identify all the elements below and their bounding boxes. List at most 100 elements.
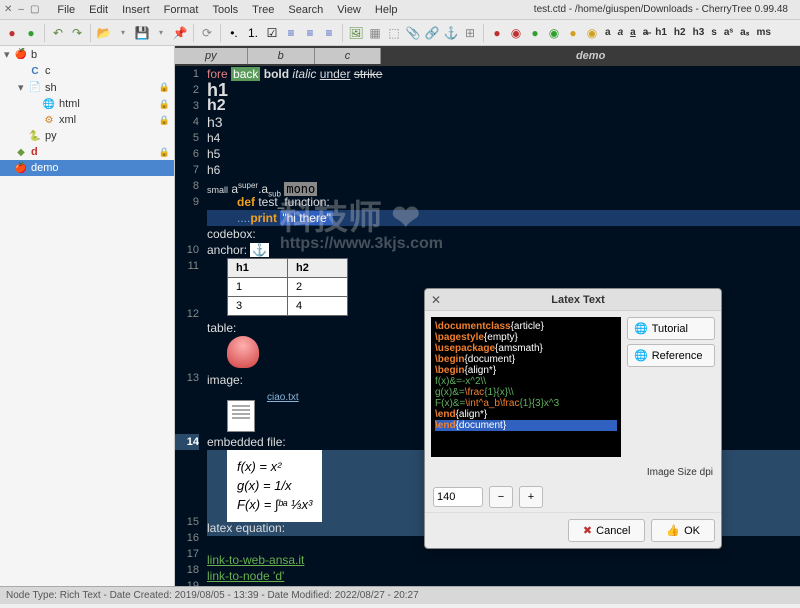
heading-h2: h2 [207, 97, 226, 114]
text-bold: bold [264, 67, 289, 81]
check-list-icon[interactable]: ☑ [264, 25, 280, 41]
bullet-list-icon[interactable]: •. [226, 25, 242, 41]
align-left-icon[interactable]: ≡ [283, 25, 299, 41]
insert-link-icon[interactable]: 🔗 [424, 25, 440, 41]
menu-file[interactable]: File [51, 2, 81, 18]
ok-button[interactable]: 👍OK [651, 519, 715, 542]
link-node-anchor[interactable]: link-to-node 'e' + anchor [207, 585, 335, 586]
h2-button[interactable]: h2 [672, 27, 688, 38]
insert-codebox-icon[interactable]: ⬚ [386, 25, 402, 41]
menubar: ✕ – ▢ File Edit Insert Format Tools Tree… [0, 0, 800, 20]
strike-icon[interactable]: a̶ [641, 27, 651, 38]
align-right-icon[interactable]: ≡ [321, 25, 337, 41]
latex-code-editor[interactable]: \documentclass{article} \pagestyle{empty… [431, 317, 621, 457]
table-cell[interactable]: 1 [228, 278, 288, 297]
h1-button[interactable]: h1 [653, 27, 669, 38]
window-maximize-icon[interactable]: ▢ [30, 4, 39, 15]
table-header: h1 [228, 259, 288, 278]
mono-button[interactable]: ms [754, 27, 772, 38]
bg3-icon[interactable]: ◉ [584, 25, 600, 41]
bg-color-icon[interactable]: ◉ [508, 25, 524, 41]
menu-search[interactable]: Search [282, 2, 329, 18]
anchor-icon[interactable]: ⚓ [250, 243, 269, 257]
window-minimize-icon[interactable]: – [18, 4, 24, 15]
dpi-increase-button[interactable]: + [519, 486, 543, 508]
heading-h3: h3 [207, 114, 223, 130]
pin-icon[interactable]: 📌 [172, 25, 188, 41]
tutorial-button[interactable]: 🌐Tutorial [627, 317, 715, 340]
link-web[interactable]: link-to-web-ansa.it [207, 553, 304, 567]
new-node-icon[interactable]: ● [4, 25, 20, 41]
number-list-icon[interactable]: 1. [245, 25, 261, 41]
tree-item-sh[interactable]: ▾📄sh🔒 [0, 79, 174, 96]
tree-item-d[interactable]: ◆d🔒 [0, 144, 174, 160]
embedded-file-icon[interactable] [227, 400, 255, 432]
open-dropdown-icon[interactable]: ▾ [115, 25, 131, 41]
redo-icon[interactable]: ↷ [69, 25, 85, 41]
reference-button[interactable]: 🌐Reference [627, 344, 715, 367]
menu-view[interactable]: View [331, 2, 367, 18]
save-icon[interactable]: 💾 [134, 25, 150, 41]
tree-item-html[interactable]: 🌐html🔒 [0, 96, 174, 112]
bg2-icon[interactable]: ◉ [546, 25, 562, 41]
table-cell[interactable]: 2 [288, 278, 348, 297]
menu-tools[interactable]: Tools [206, 2, 244, 18]
align-center-icon[interactable]: ≡ [302, 25, 318, 41]
menu-help[interactable]: Help [369, 2, 404, 18]
globe-icon: 🌐 [634, 322, 648, 335]
menu-edit[interactable]: Edit [83, 2, 114, 18]
code-keyword: print [250, 211, 277, 225]
lock-icon: 🔒 [159, 82, 170, 93]
cancel-button[interactable]: ✖Cancel [568, 519, 645, 542]
tab-c[interactable]: c [315, 48, 382, 64]
window-close-icon[interactable]: ✕ [4, 4, 12, 15]
undo-icon[interactable]: ↶ [50, 25, 66, 41]
label-image: image: [207, 373, 243, 387]
insert-image-icon[interactable]: 🖼 [348, 25, 364, 41]
insert-toc-icon[interactable]: ⊞ [462, 25, 478, 41]
fg-color-icon[interactable]: ● [489, 25, 505, 41]
embedded-image[interactable] [227, 336, 259, 368]
dpi-decrease-button[interactable]: − [489, 486, 513, 508]
table-cell[interactable]: 4 [288, 297, 348, 316]
label-embedded-file: embedded file: [207, 435, 286, 449]
link-node[interactable]: link-to-node 'd' [207, 569, 284, 583]
fg3-icon[interactable]: ● [565, 25, 581, 41]
insert-table-icon[interactable]: ▦ [367, 25, 383, 41]
table-cell[interactable]: 3 [228, 297, 288, 316]
menu-format[interactable]: Format [158, 2, 205, 18]
dialog-titlebar[interactable]: ✕ Latex Text [425, 289, 721, 311]
bold-icon[interactable]: a [603, 27, 613, 38]
tab-b[interactable]: b [248, 48, 315, 64]
latex-text-dialog: ✕ Latex Text \documentclass{article} \pa… [424, 288, 722, 549]
underline-icon[interactable]: a [628, 27, 638, 38]
menu-insert[interactable]: Insert [116, 2, 156, 18]
insert-file-icon[interactable]: 📎 [405, 25, 421, 41]
menu-tree[interactable]: Tree [246, 2, 280, 18]
tree-item-demo[interactable]: 🍎demo [0, 160, 174, 176]
h3-button[interactable]: h3 [691, 27, 707, 38]
open-icon[interactable]: 📂 [96, 25, 112, 41]
code-keyword: def [237, 195, 255, 209]
insert-anchor-icon[interactable]: ⚓ [443, 25, 459, 41]
sub-button[interactable]: aₛ [738, 27, 751, 38]
dialog-close-icon[interactable]: ✕ [431, 293, 441, 307]
fg2-icon[interactable]: ● [527, 25, 543, 41]
new-subnode-icon[interactable]: ● [23, 25, 39, 41]
window-title: test.ctd - /home/giuspen/Downloads - Che… [534, 4, 796, 15]
tab-py[interactable]: py [175, 48, 248, 64]
tree-label: d [31, 146, 38, 158]
embedded-table[interactable]: h1h2 12 34 [227, 258, 348, 316]
tree-item-xml[interactable]: ⚙xml🔒 [0, 112, 174, 128]
super-button[interactable]: aˢ [722, 27, 735, 38]
tree-item-py[interactable]: 🐍py [0, 128, 174, 144]
dpi-input[interactable] [433, 487, 483, 507]
tree-item-b[interactable]: ▾🍎b [0, 46, 174, 63]
latex-equation-image[interactable]: f(x) = x² g(x) = 1/x F(x) = ∫ᵇᵃ ⅓x³ [227, 450, 322, 522]
small-button[interactable]: s [709, 27, 719, 38]
italic-icon[interactable]: a [616, 27, 626, 38]
save-dropdown-icon[interactable]: ▾ [153, 25, 169, 41]
tree-item-c[interactable]: Cc [0, 63, 174, 79]
refresh-icon[interactable]: ⟳ [199, 25, 215, 41]
tree-label: html [59, 98, 80, 110]
